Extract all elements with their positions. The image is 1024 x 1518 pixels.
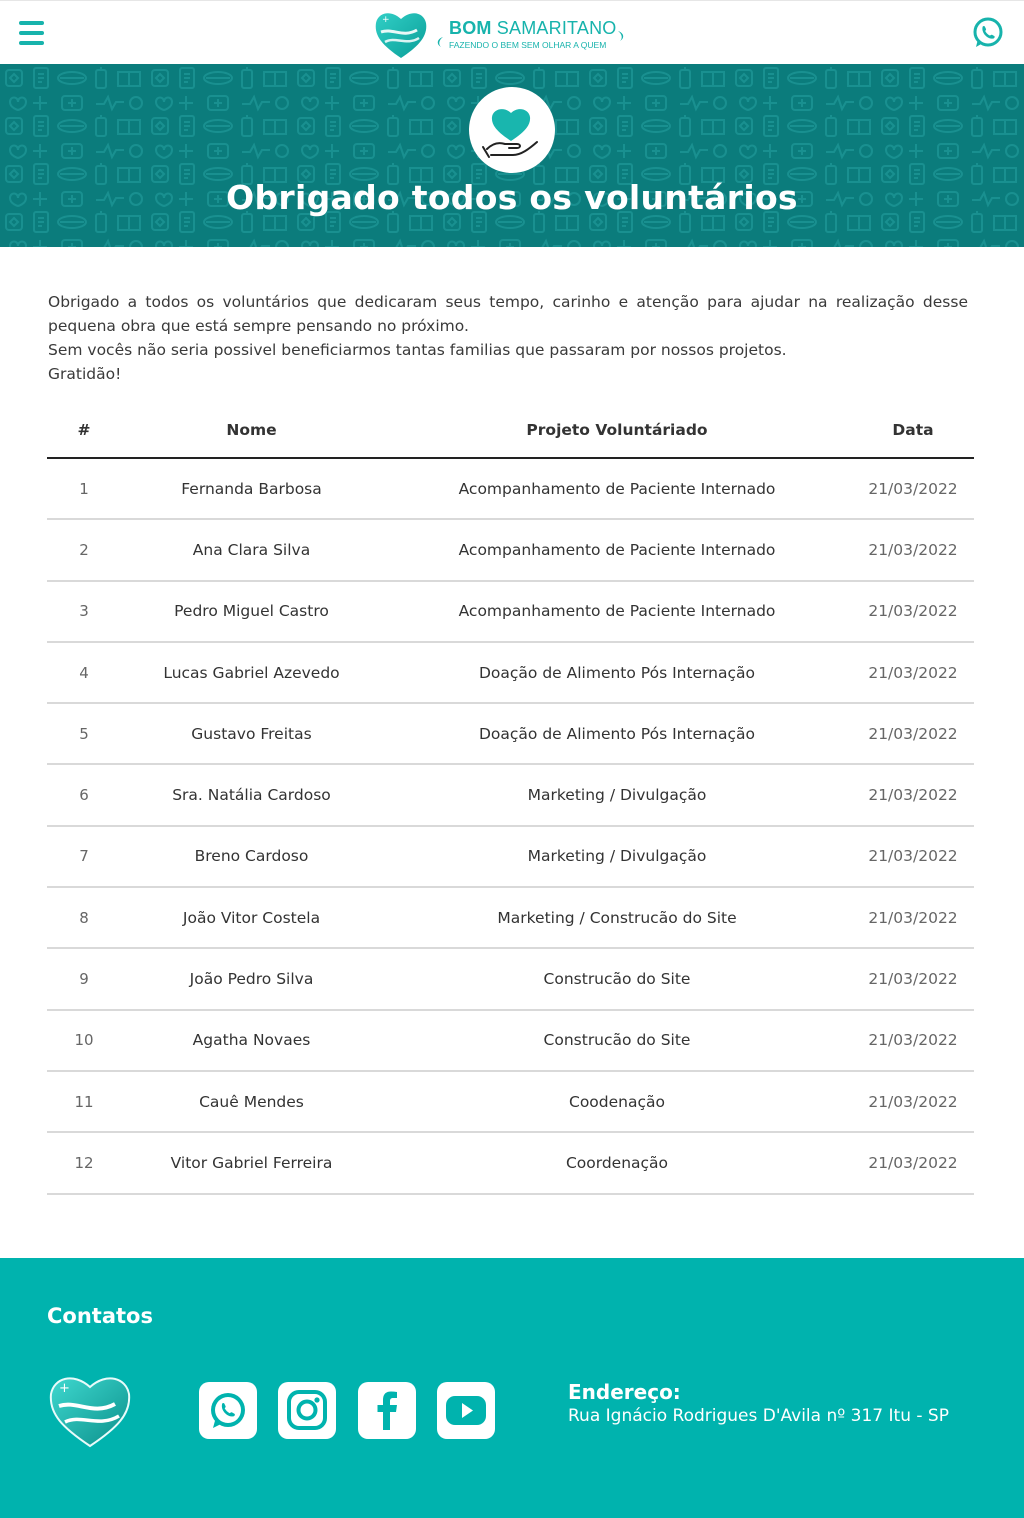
volunteer-date: 21/03/2022 <box>852 1070 974 1134</box>
instagram-icon <box>287 1390 327 1430</box>
row-number: 8 <box>47 887 121 950</box>
svg-text:+: + <box>59 1381 70 1396</box>
heart-logo-icon: + <box>49 1377 131 1448</box>
row-number: 5 <box>47 703 121 766</box>
volunteer-name: Pedro Miguel Castro <box>121 580 382 643</box>
row-number: 11 <box>47 1070 121 1134</box>
instagram-link[interactable] <box>278 1382 336 1439</box>
intro-paragraph: Gratidão! <box>48 365 122 383</box>
whatsapp-icon[interactable] <box>971 16 1005 50</box>
address-value: Rua Ignácio Rodrigues D'Avila nº 317 Itu… <box>568 1406 949 1426</box>
volunteer-date: 21/03/2022 <box>852 948 974 1011</box>
row-number: 2 <box>47 519 121 582</box>
table-row: 5 Gustavo Freitas Doação de Alimento Pós… <box>47 703 974 766</box>
whatsapp-icon <box>211 1393 245 1428</box>
volunteer-project: Marketing / Divulgação <box>382 825 852 889</box>
volunteer-project: Construcão do Site <box>382 948 852 1011</box>
table-row: 4 Lucas Gabriel Azevedo Doação de Alimen… <box>47 641 974 705</box>
facebook-link[interactable] <box>358 1382 416 1439</box>
table-row: 8 João Vitor Costela Marketing / Constru… <box>47 887 974 950</box>
page-banner: Obrigado todos os voluntários <box>0 64 1024 247</box>
volunteer-date: 21/03/2022 <box>852 641 974 705</box>
volunteer-name: Gustavo Freitas <box>121 703 382 766</box>
volunteer-project: Acompanhamento de Paciente Internado <box>382 580 852 643</box>
volunteer-name: Fernanda Barbosa <box>121 458 382 521</box>
volunteer-name: Lucas Gabriel Azevedo <box>121 641 382 705</box>
volunteer-date: 21/03/2022 <box>852 519 974 582</box>
volunteer-name: Ana Clara Silva <box>121 519 382 582</box>
volunteer-date: 21/03/2022 <box>852 887 974 950</box>
table-row: 1 Fernanda Barbosa Acompanhamento de Pac… <box>47 458 974 521</box>
row-number: 3 <box>47 580 121 643</box>
leaf-left-icon <box>437 37 443 47</box>
table-row: 12 Vitor Gabriel Ferreira Coordenação 21… <box>47 1132 974 1195</box>
page-title: Obrigado todos os voluntários <box>226 178 798 217</box>
site-footer: Contatos + Endereço: Rua Ignácio Rodrigu… <box>0 1258 1024 1518</box>
address-label: Endereço: <box>568 1380 681 1404</box>
intro-paragraph: Sem vocês não seria possivel beneficiarm… <box>48 341 787 359</box>
volunteer-project: Acompanhamento de Paciente Internado <box>382 519 852 582</box>
volunteer-date: 21/03/2022 <box>852 703 974 766</box>
site-logo[interactable]: + BOM SAMARITANO FAZENDO O BEM SEM OLHAR… <box>373 8 633 60</box>
row-number: 12 <box>47 1132 121 1195</box>
intro-text: Obrigado a todos os voluntários que dedi… <box>48 290 968 386</box>
volunteer-date: 21/03/2022 <box>852 458 974 521</box>
volunteer-date: 21/03/2022 <box>852 764 974 827</box>
top-navigation-bar: + BOM SAMARITANO FAZENDO O BEM SEM OLHAR… <box>0 0 1024 64</box>
volunteer-name: João Pedro Silva <box>121 948 382 1011</box>
volunteer-name: Agatha Novaes <box>121 1009 382 1072</box>
youtube-icon <box>446 1396 486 1425</box>
volunteer-name: Breno Cardoso <box>121 825 382 889</box>
volunteer-name: João Vitor Costela <box>121 887 382 950</box>
row-number: 4 <box>47 641 121 705</box>
volunteer-project: Construcão do Site <box>382 1009 852 1072</box>
volunteer-project: Marketing / Divulgação <box>382 764 852 827</box>
volunteer-date: 21/03/2022 <box>852 580 974 643</box>
svg-text:+: + <box>382 15 390 25</box>
column-header-date: Data <box>852 403 974 459</box>
volunteer-project: Acompanhamento de Paciente Internado <box>382 458 852 521</box>
table-row: 6 Sra. Natália Cardoso Marketing / Divul… <box>47 764 974 827</box>
volunteer-date: 21/03/2022 <box>852 825 974 889</box>
table-row: 7 Breno Cardoso Marketing / Divulgação 2… <box>47 825 974 889</box>
facebook-icon <box>377 1391 397 1430</box>
logo-tagline: FAZENDO O BEM SEM OLHAR A QUEM <box>449 40 607 50</box>
volunteers-table: # Nome Projeto Voluntáriado Data 1 Ferna… <box>47 403 974 1195</box>
volunteer-project: Marketing / Construcão do Site <box>382 887 852 950</box>
hamburger-menu-icon[interactable] <box>19 19 44 47</box>
volunteer-date: 21/03/2022 <box>852 1132 974 1195</box>
heart-in-hand-icon <box>469 87 555 173</box>
row-number: 9 <box>47 948 121 1011</box>
logo-title: BOM SAMARITANO <box>449 18 617 38</box>
column-header-number: # <box>47 403 121 459</box>
volunteer-project: Coodenação <box>382 1070 852 1134</box>
row-number: 10 <box>47 1009 121 1072</box>
table-row: 9 João Pedro Silva Construcão do Site 21… <box>47 948 974 1011</box>
intro-paragraph: Obrigado a todos os voluntários que dedi… <box>48 293 968 335</box>
table-row: 2 Ana Clara Silva Acompanhamento de Paci… <box>47 519 974 582</box>
volunteer-name: Cauê Mendes <box>121 1070 382 1134</box>
volunteer-project: Coordenação <box>382 1132 852 1195</box>
row-number: 7 <box>47 825 121 889</box>
table-row: 3 Pedro Miguel Castro Acompanhamento de … <box>47 580 974 643</box>
row-number: 1 <box>47 458 121 521</box>
volunteer-project: Doação de Alimento Pós Internação <box>382 703 852 766</box>
table-row: 10 Agatha Novaes Construcão do Site 21/0… <box>47 1009 974 1072</box>
youtube-link[interactable] <box>437 1382 495 1439</box>
heart-logo-icon: + <box>375 13 427 59</box>
table-header-row: # Nome Projeto Voluntáriado Data <box>47 403 974 459</box>
column-header-name: Nome <box>121 403 382 459</box>
volunteer-name: Vitor Gabriel Ferreira <box>121 1132 382 1195</box>
contacts-heading: Contatos <box>47 1304 153 1328</box>
row-number: 6 <box>47 764 121 827</box>
volunteer-name: Sra. Natália Cardoso <box>121 764 382 827</box>
volunteer-project: Doação de Alimento Pós Internação <box>382 641 852 705</box>
volunteer-date: 21/03/2022 <box>852 1009 974 1072</box>
column-header-project: Projeto Voluntáriado <box>382 403 852 459</box>
leaf-right-icon <box>618 31 624 41</box>
whatsapp-link[interactable] <box>199 1382 257 1439</box>
table-row: 11 Cauê Mendes Coodenação 21/03/2022 <box>47 1070 974 1134</box>
